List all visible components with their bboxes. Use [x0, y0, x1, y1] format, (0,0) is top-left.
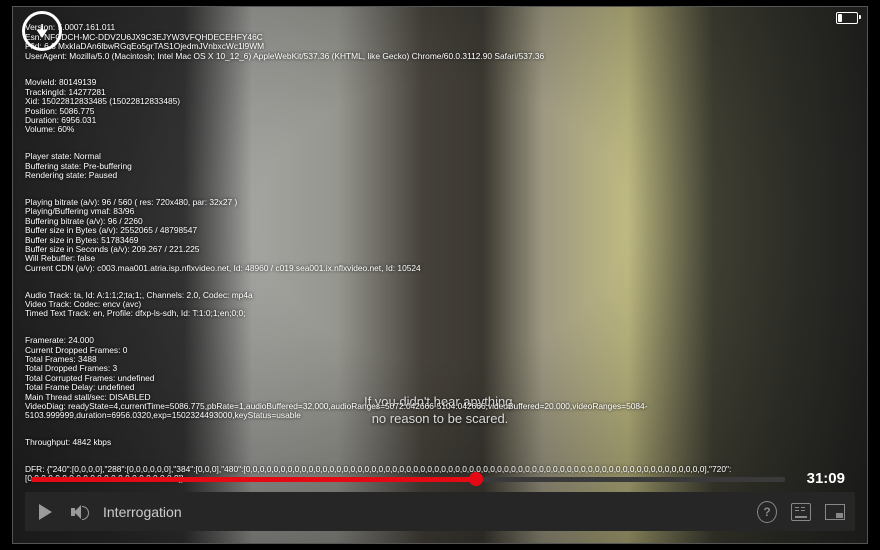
- play-button[interactable]: [35, 502, 55, 522]
- time-remaining: 31:09: [807, 470, 845, 487]
- fullscreen-icon: [825, 504, 845, 520]
- video-frame: Version: 5.0007.161.011 Esn: NFCDCH-MC-D…: [12, 6, 868, 544]
- progress-fill: [31, 477, 476, 482]
- progress-knob[interactable]: [469, 472, 483, 486]
- debug-overlay: Version: 5.0007.161.011 Esn: NFCDCH-MC-D…: [25, 14, 855, 501]
- debug-block-version: Version: 5.0007.161.011 Esn: NFCDCH-MC-D…: [25, 23, 855, 61]
- control-bar: Interrogation ?: [25, 492, 855, 531]
- debug-block-movie: MovieId: 80149139 TrackingId: 14277281 X…: [25, 78, 855, 134]
- debug-block-tracks: Audio Track: ta, Id: A:1:1;2;ta;1;, Chan…: [25, 291, 855, 319]
- help-icon: ?: [757, 501, 777, 523]
- scrub-row: 31:09: [25, 470, 855, 488]
- debug-block-frames: Framerate: 24.000 Current Dropped Frames…: [25, 336, 855, 421]
- help-button[interactable]: ?: [757, 502, 777, 522]
- captions-button[interactable]: [791, 502, 811, 522]
- progress-track[interactable]: [31, 477, 785, 482]
- volume-icon: [71, 505, 88, 519]
- video-title: Interrogation: [103, 504, 743, 520]
- debug-block-throughput: Throughput: 4842 kbps: [25, 438, 855, 447]
- debug-block-state: Player state: Normal Buffering state: Pr…: [25, 152, 855, 180]
- captions-icon: [791, 503, 811, 521]
- back-button[interactable]: [22, 11, 62, 51]
- video-player: Version: 5.0007.161.011 Esn: NFCDCH-MC-D…: [0, 0, 880, 550]
- debug-block-bitrate: Playing bitrate (a/v): 96 / 560 ( res: 7…: [25, 198, 855, 273]
- controls: 31:09 Interrogation ?: [25, 470, 855, 531]
- battery-icon: [836, 12, 858, 24]
- fullscreen-button[interactable]: [825, 502, 845, 522]
- play-icon: [39, 504, 52, 520]
- volume-button[interactable]: [69, 502, 89, 522]
